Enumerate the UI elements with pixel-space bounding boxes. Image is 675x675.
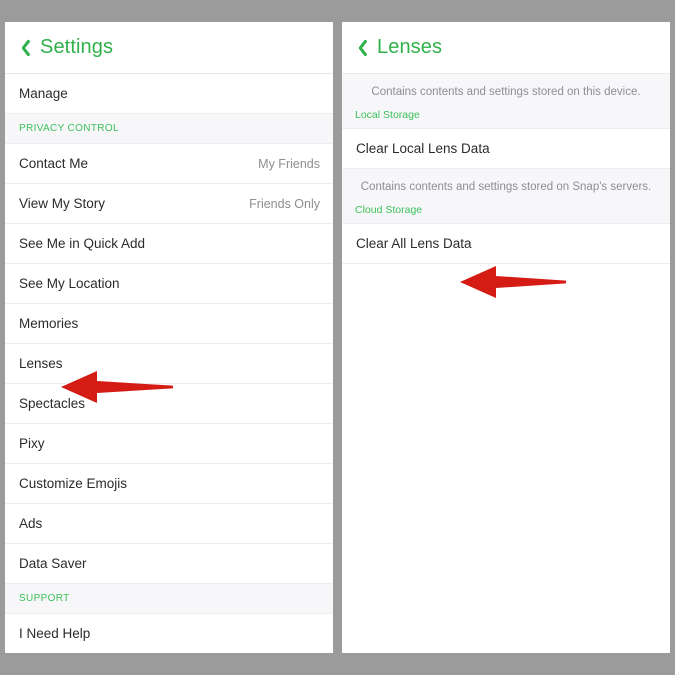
clear-local-lens-data-row[interactable]: Clear Local Lens Data	[342, 128, 670, 169]
chevron-left-icon[interactable]	[17, 38, 30, 57]
storage-tag: Cloud Storage	[355, 203, 423, 216]
section-header-support: SUPPORT	[5, 584, 333, 614]
row-label: Pixy	[19, 436, 45, 451]
row-label: Manage	[19, 86, 68, 101]
settings-list: Manage PRIVACY CONTROL Contact Me My Fri…	[5, 74, 333, 653]
row-label: Lenses	[19, 356, 63, 371]
row-label: Ads	[19, 516, 43, 531]
settings-nav-header: Settings	[5, 22, 333, 74]
settings-row-lenses[interactable]: Lenses	[5, 344, 333, 384]
settings-row-manage[interactable]: Manage	[5, 74, 333, 114]
row-label: Customize Emojis	[19, 476, 128, 491]
row-label: View My Story	[19, 196, 106, 211]
page-title: Lenses	[377, 36, 443, 58]
red-arrow-left-icon	[456, 262, 568, 302]
local-storage-info-block: Contains contents and settings stored on…	[342, 74, 670, 129]
row-label: Memories	[19, 316, 79, 331]
row-label: See My Location	[19, 276, 120, 291]
storage-description: Contains contents and settings stored on…	[360, 180, 652, 193]
section-header-privacy-control: PRIVACY CONTROL	[5, 114, 333, 144]
storage-description: Contains contents and settings stored on…	[371, 86, 641, 98]
row-value: My Friends	[258, 156, 320, 171]
row-label: See Me in Quick Add	[19, 236, 146, 251]
settings-row-see-my-location[interactable]: See My Location	[5, 264, 333, 304]
settings-row-see-me-in-quick-add[interactable]: See Me in Quick Add	[5, 224, 333, 264]
settings-row-i-need-help[interactable]: I Need Help	[5, 614, 333, 653]
page-title: Settings	[40, 36, 114, 58]
settings-row-contact-me[interactable]: Contact Me My Friends	[5, 144, 333, 184]
screenshot-stage: Settings Manage PRIVACY CONTROL Contact …	[0, 0, 675, 675]
chevron-left-icon[interactable]	[354, 38, 367, 57]
settings-panel: Settings Manage PRIVACY CONTROL Contact …	[5, 22, 333, 653]
row-label: Data Saver	[19, 556, 87, 571]
row-label: Clear Local Lens Data	[356, 140, 490, 156]
cloud-storage-info-block: Contains contents and settings stored on…	[342, 168, 670, 224]
row-label: Spectacles	[19, 396, 86, 411]
row-label: Contact Me	[19, 156, 89, 171]
row-value: Friends Only	[249, 196, 320, 211]
settings-row-view-my-story[interactable]: View My Story Friends Only	[5, 184, 333, 224]
settings-row-ads[interactable]: Ads	[5, 504, 333, 544]
settings-row-data-saver[interactable]: Data Saver	[5, 544, 333, 584]
settings-row-customize-emojis[interactable]: Customize Emojis	[5, 464, 333, 504]
lenses-nav-header: Lenses	[342, 22, 670, 74]
row-label: I Need Help	[19, 626, 91, 641]
section-label: SUPPORT	[19, 593, 70, 604]
settings-row-pixy[interactable]: Pixy	[5, 424, 333, 464]
settings-row-memories[interactable]: Memories	[5, 304, 333, 344]
settings-row-spectacles[interactable]: Spectacles	[5, 384, 333, 424]
row-label: Clear All Lens Data	[356, 235, 472, 251]
storage-tag: Local Storage	[355, 108, 420, 121]
lenses-panel: Lenses Contains contents and settings st…	[342, 22, 670, 653]
lenses-list: Contains contents and settings stored on…	[342, 74, 670, 264]
section-label: PRIVACY CONTROL	[19, 123, 119, 134]
clear-all-lens-data-row[interactable]: Clear All Lens Data	[342, 223, 670, 264]
